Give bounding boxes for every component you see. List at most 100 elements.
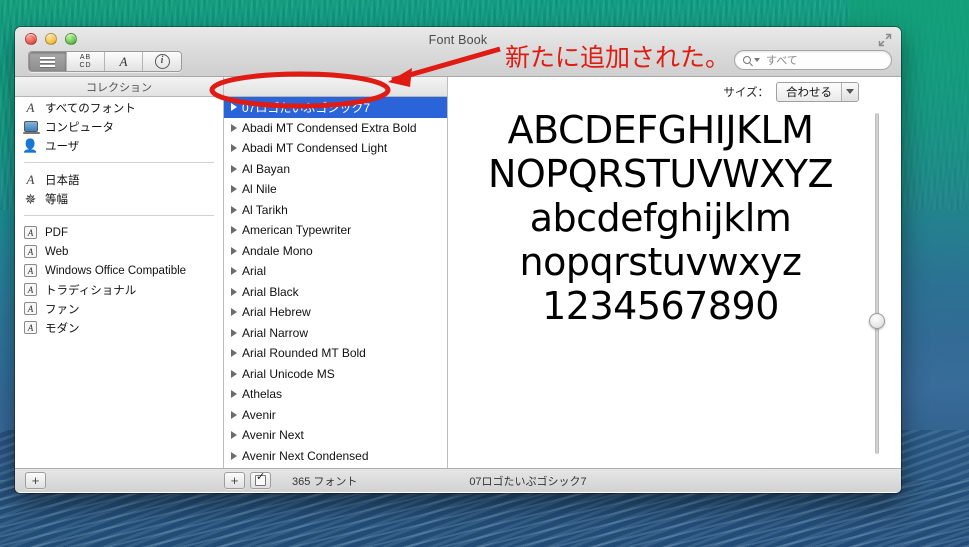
sidebar-item-fixed-width[interactable]: ✵ 等幅 bbox=[15, 189, 223, 208]
font-name: Avenir bbox=[242, 407, 276, 422]
font-list-item[interactable]: Arial Hebrew bbox=[224, 302, 447, 323]
disclosure-triangle-icon[interactable] bbox=[231, 185, 237, 194]
disclosure-triangle-icon[interactable] bbox=[231, 349, 237, 358]
sample-line: 1234567890 bbox=[542, 284, 779, 328]
sidebar-item-label: Windows Office Compatible bbox=[45, 264, 187, 277]
disclosure-triangle-icon[interactable] bbox=[231, 451, 237, 460]
font-name: Arial bbox=[242, 264, 267, 279]
tab-repertoire-view[interactable]: A bbox=[105, 52, 143, 71]
sidebar-item-label: ユーザ bbox=[45, 140, 80, 153]
boxed-a-icon: A bbox=[23, 263, 38, 278]
disclosure-triangle-icon[interactable] bbox=[231, 287, 237, 296]
font-list-item[interactable]: Abadi MT Condensed Extra Bold bbox=[224, 118, 447, 139]
font-list-item[interactable]: Al Tarikh bbox=[224, 200, 447, 221]
sidebar-item-modern[interactable]: A モダン bbox=[15, 318, 223, 337]
boxed-a-icon: A bbox=[23, 282, 38, 297]
disclosure-triangle-icon[interactable] bbox=[231, 103, 237, 112]
sample-line: NOPQRSTUVWXYZ bbox=[487, 152, 834, 196]
slider-knob[interactable] bbox=[869, 313, 885, 329]
disclosure-triangle-icon[interactable] bbox=[231, 369, 237, 378]
font-list-item[interactable]: Al Bayan bbox=[224, 159, 447, 180]
disclosure-triangle-icon[interactable] bbox=[231, 267, 237, 276]
slider-track[interactable] bbox=[875, 113, 879, 454]
font-list-item[interactable]: Abadi MT Condensed Light bbox=[224, 138, 447, 159]
font-name: Al Nile bbox=[242, 182, 277, 197]
computer-icon bbox=[22, 119, 40, 134]
disclosure-triangle-icon[interactable] bbox=[231, 226, 237, 235]
status-selected-font: 07ロゴたいぷゴシック7 bbox=[469, 475, 587, 488]
fullscreen-arrows-icon[interactable] bbox=[878, 33, 892, 47]
tab-list-view[interactable] bbox=[29, 52, 67, 71]
add-collection-button[interactable]: + bbox=[25, 472, 46, 489]
search-magnifier-icon[interactable] bbox=[743, 56, 760, 64]
font-name: Arial Black bbox=[242, 284, 299, 299]
disclosure-triangle-icon[interactable] bbox=[231, 328, 237, 337]
font-list-item[interactable]: American Typewriter bbox=[224, 220, 447, 241]
sidebar-item-pdf[interactable]: A PDF bbox=[15, 223, 223, 242]
sidebar-divider bbox=[24, 162, 214, 163]
abcd-icon: AB CD bbox=[79, 54, 92, 69]
view-mode-segmented-control[interactable]: AB CD A i bbox=[28, 51, 182, 72]
sidebar-item-label: すべてのフォント bbox=[45, 102, 136, 115]
font-name: Avenir Next Condensed bbox=[242, 448, 369, 463]
font-list[interactable]: 07ロゴたいぷゴシック7 Abadi MT Condensed Extra Bo… bbox=[224, 97, 447, 468]
chevron-down-icon[interactable] bbox=[841, 82, 858, 101]
disclosure-triangle-icon[interactable] bbox=[231, 144, 237, 153]
disclosure-triangle-icon[interactable] bbox=[231, 390, 237, 399]
boxed-a-icon: A bbox=[23, 244, 38, 259]
sidebar-item-web[interactable]: A Web bbox=[15, 242, 223, 261]
font-list-item[interactable]: Arial Narrow bbox=[224, 323, 447, 344]
font-name: American Typewriter bbox=[242, 223, 352, 238]
font-size-slider[interactable] bbox=[869, 113, 885, 454]
script-a-icon: A bbox=[26, 99, 35, 115]
collections-sidebar: コレクション A すべてのフォント コンピュータ 👤 ユーザ A 日本語 ✵ 等… bbox=[15, 77, 224, 468]
font-list-item[interactable]: Avenir Next bbox=[224, 425, 447, 446]
sidebar-item-all-fonts[interactable]: A すべてのフォント bbox=[15, 98, 223, 117]
sample-line: nopqrstuvwxyz bbox=[519, 240, 802, 284]
disclosure-triangle-icon[interactable] bbox=[231, 410, 237, 419]
search-value: すべて bbox=[766, 55, 798, 67]
info-circle-icon: i bbox=[154, 54, 170, 69]
font-list-item[interactable]: Arial Unicode MS bbox=[224, 364, 447, 385]
font-list-item[interactable]: Avenir Next Condensed bbox=[224, 446, 447, 467]
disclosure-triangle-icon[interactable] bbox=[231, 205, 237, 214]
font-name: Arial Unicode MS bbox=[242, 366, 335, 381]
tab-info-view[interactable]: i bbox=[143, 52, 181, 71]
boxed-a-icon: A bbox=[23, 225, 38, 240]
font-name: Abadi MT Condensed Light bbox=[242, 141, 388, 156]
sidebar-item-windows-office[interactable]: A Windows Office Compatible bbox=[15, 261, 223, 280]
font-list-item[interactable]: Avenir bbox=[224, 405, 447, 426]
font-list-item[interactable]: Andale Mono bbox=[224, 241, 447, 262]
font-list-item[interactable]: Arial Rounded MT Bold bbox=[224, 343, 447, 364]
font-list-item[interactable]: Athelas bbox=[224, 384, 447, 405]
font-list-item[interactable]: Arial Black bbox=[224, 282, 447, 303]
sample-line: ABCDEFGHIJKLM bbox=[507, 108, 814, 152]
tab-sample-view[interactable]: AB CD bbox=[67, 52, 105, 71]
disclosure-triangle-icon[interactable] bbox=[231, 308, 237, 317]
sidebar-item-label: PDF bbox=[45, 226, 68, 239]
font-name: Al Bayan bbox=[242, 161, 291, 176]
font-list-item[interactable]: Al Nile bbox=[224, 179, 447, 200]
collections-list[interactable]: A すべてのフォント コンピュータ 👤 ユーザ A 日本語 ✵ 等幅 A PDF… bbox=[15, 97, 223, 468]
sidebar-item-traditional[interactable]: A トラディショナル bbox=[15, 280, 223, 299]
sidebar-item-fun[interactable]: A ファン bbox=[15, 299, 223, 318]
font-list-item[interactable]: Arial bbox=[224, 261, 447, 282]
disclosure-triangle-icon[interactable] bbox=[231, 164, 237, 173]
sidebar-item-computer[interactable]: コンピュータ bbox=[15, 117, 223, 136]
sidebar-item-japanese[interactable]: A 日本語 bbox=[15, 170, 223, 189]
search-input[interactable]: すべて bbox=[734, 50, 892, 70]
disclosure-triangle-icon[interactable] bbox=[231, 431, 237, 440]
size-value: 合わせる bbox=[786, 86, 832, 99]
boxed-a-icon: A bbox=[23, 301, 38, 316]
font-name: Avenir Next bbox=[242, 428, 304, 443]
disclosure-triangle-icon[interactable] bbox=[231, 246, 237, 255]
font-list-column: 07ロゴたいぷゴシック7 Abadi MT Condensed Extra Bo… bbox=[224, 77, 448, 468]
sidebar-divider bbox=[24, 215, 214, 216]
size-dropdown[interactable]: 合わせる bbox=[776, 81, 859, 102]
font-list-item[interactable]: 07ロゴたいぷゴシック7 bbox=[224, 97, 447, 118]
sidebar-item-user[interactable]: 👤 ユーザ bbox=[15, 136, 223, 155]
sidebar-item-label: ファン bbox=[45, 303, 80, 316]
sidebar-item-label: 等幅 bbox=[45, 193, 68, 206]
boxed-a-icon: A bbox=[23, 320, 38, 335]
disclosure-triangle-icon[interactable] bbox=[231, 123, 237, 132]
